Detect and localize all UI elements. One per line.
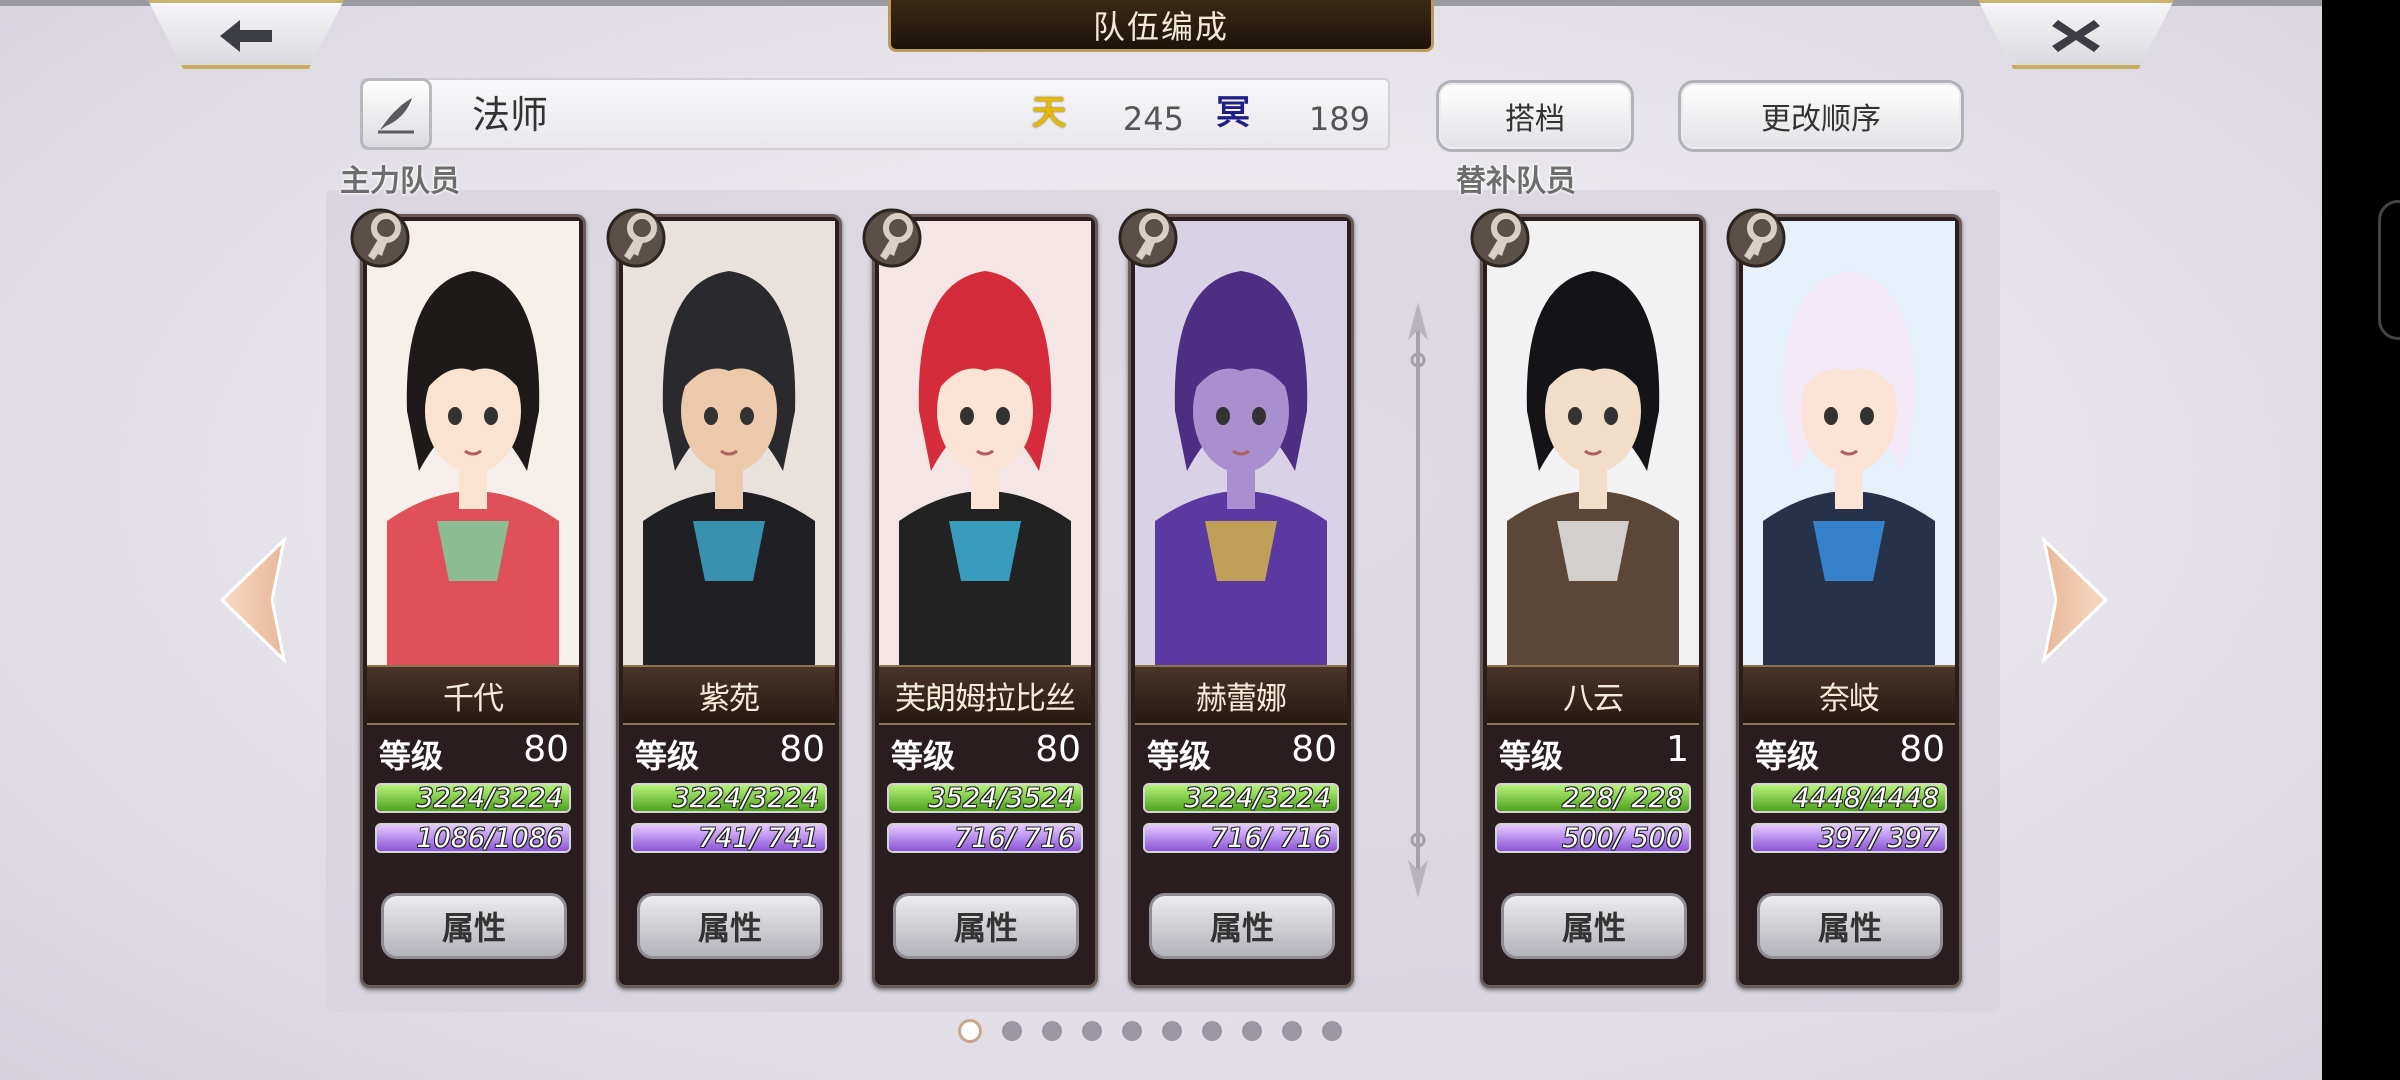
- member-card[interactable]: 赫蕾娜 等级 80 3224/3224 716/ 716 属性: [1128, 214, 1354, 988]
- page-title: 队伍编成: [888, 0, 1434, 52]
- page-dot[interactable]: [1162, 1021, 1182, 1041]
- character-portrait: [1135, 221, 1347, 667]
- sky-attribute-value: 245: [1122, 100, 1184, 138]
- sub-members-label: 替补队员: [1456, 164, 1576, 199]
- dark-attribute-value: 189: [1308, 100, 1370, 138]
- side-handle: [2378, 200, 2400, 340]
- page-indicator: [958, 1016, 1342, 1046]
- character-portrait: [879, 221, 1091, 667]
- attribute-button[interactable]: 属性: [637, 893, 823, 959]
- attribute-button[interactable]: 属性: [1501, 893, 1687, 959]
- attribute-button[interactable]: 属性: [381, 893, 567, 959]
- level-label: 等级: [1147, 737, 1212, 775]
- mp-bar: 716/ 716: [887, 823, 1083, 853]
- level-label: 等级: [1755, 737, 1820, 775]
- hp-value: 3224/3224: [416, 783, 563, 813]
- edit-team-name-button[interactable]: [360, 78, 432, 150]
- hp-value: 3224/3224: [672, 783, 819, 813]
- character-name: 芙朗姆拉比丝: [879, 665, 1091, 725]
- back-button[interactable]: [148, 0, 344, 69]
- member-card[interactable]: 紫苑 等级 80 3224/3224 741/ 741 属性: [616, 214, 842, 988]
- level-label: 等级: [379, 737, 444, 775]
- mp-value: 397/ 397: [1818, 823, 1939, 853]
- page-dot[interactable]: [1002, 1021, 1022, 1041]
- level-label: 等级: [635, 737, 700, 775]
- page-dot[interactable]: [1242, 1021, 1262, 1041]
- hp-bar: 3524/3524: [887, 783, 1083, 813]
- character-name: 奈岐: [1743, 665, 1955, 725]
- level-value: 80: [523, 729, 569, 770]
- partner-button[interactable]: 搭档: [1436, 80, 1634, 152]
- page-dot[interactable]: [1082, 1021, 1102, 1041]
- lock-key-icon[interactable]: [1470, 204, 1540, 270]
- hp-bar: 228/ 228: [1495, 783, 1691, 813]
- section-divider: [1408, 302, 1428, 898]
- feather-pen-icon: [378, 98, 414, 134]
- page-dot[interactable]: [1322, 1021, 1342, 1041]
- attribute-button[interactable]: 属性: [893, 893, 1079, 959]
- level-value: 80: [779, 729, 825, 770]
- level-label: 等级: [891, 737, 956, 775]
- reorder-button[interactable]: 更改顺序: [1678, 80, 1964, 152]
- level-value: 80: [1035, 729, 1081, 770]
- sky-attribute-icon: 天: [1032, 93, 1066, 133]
- character-name: 千代: [367, 665, 579, 725]
- member-card[interactable]: 千代 等级 80 3224/3224 1086/1086 属性: [360, 214, 586, 988]
- hp-bar: 3224/3224: [1143, 783, 1339, 813]
- mp-value: 1086/1086: [416, 823, 563, 853]
- main-members-label: 主力队员: [340, 164, 460, 199]
- mp-bar: 397/ 397: [1751, 823, 1947, 853]
- character-portrait: [367, 221, 579, 667]
- attribute-button[interactable]: 属性: [1149, 893, 1335, 959]
- character-portrait: [1743, 221, 1955, 667]
- hp-value: 3524/3524: [928, 783, 1075, 813]
- lock-key-icon[interactable]: [606, 204, 676, 270]
- mp-bar: 500/ 500: [1495, 823, 1691, 853]
- page-dot[interactable]: [1282, 1021, 1302, 1041]
- lock-key-icon[interactable]: [350, 204, 420, 270]
- character-portrait: [1487, 221, 1699, 667]
- page-dot[interactable]: [1042, 1021, 1062, 1041]
- hp-value: 4448/4448: [1792, 783, 1939, 813]
- member-card[interactable]: 芙朗姆拉比丝 等级 80 3524/3524 716/ 716 属性: [872, 214, 1098, 988]
- character-name: 赫蕾娜: [1135, 665, 1347, 725]
- lock-key-icon[interactable]: [1118, 204, 1188, 270]
- level-value: 80: [1899, 729, 1945, 770]
- page-dot[interactable]: [1122, 1021, 1142, 1041]
- character-name: 紫苑: [623, 665, 835, 725]
- close-x-icon: [2052, 20, 2100, 52]
- character-portrait: [623, 221, 835, 667]
- mp-bar: 1086/1086: [375, 823, 571, 853]
- dark-attribute-icon: 冥: [1216, 93, 1250, 133]
- mp-bar: 716/ 716: [1143, 823, 1339, 853]
- character-name: 八云: [1487, 665, 1699, 725]
- lock-key-icon[interactable]: [1726, 204, 1796, 270]
- hp-bar: 3224/3224: [631, 783, 827, 813]
- close-button[interactable]: [1978, 0, 2174, 69]
- page-dot[interactable]: [1202, 1021, 1222, 1041]
- screen-edge: [2322, 0, 2400, 1080]
- next-page-arrow[interactable]: [2040, 536, 2110, 664]
- mp-value: 716/ 716: [1210, 823, 1331, 853]
- mp-value: 741/ 741: [698, 823, 819, 853]
- hp-value: 3224/3224: [1184, 783, 1331, 813]
- member-card[interactable]: 八云 等级 1 228/ 228 500/ 500 属性: [1480, 214, 1706, 988]
- hp-bar: 3224/3224: [375, 783, 571, 813]
- level-value: 1: [1666, 729, 1689, 770]
- page-dot[interactable]: [958, 1019, 982, 1043]
- mp-value: 500/ 500: [1562, 823, 1683, 853]
- mp-value: 716/ 716: [954, 823, 1075, 853]
- mp-bar: 741/ 741: [631, 823, 827, 853]
- lock-key-icon[interactable]: [862, 204, 932, 270]
- level-value: 80: [1291, 729, 1337, 770]
- hp-value: 228/ 228: [1562, 783, 1683, 813]
- hp-bar: 4448/4448: [1751, 783, 1947, 813]
- attribute-button[interactable]: 属性: [1757, 893, 1943, 959]
- level-label: 等级: [1499, 737, 1564, 775]
- previous-page-arrow[interactable]: [218, 536, 288, 664]
- team-name: 法师: [472, 93, 549, 137]
- back-arrow-icon: [220, 20, 272, 52]
- member-card[interactable]: 奈岐 等级 80 4448/4448 397/ 397 属性: [1736, 214, 1962, 988]
